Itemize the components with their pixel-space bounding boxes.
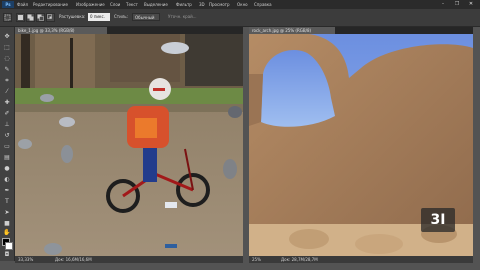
clone-stamp-tool-icon[interactable]: ⊥ [2,121,12,129]
refine-edge-button[interactable]: Уточн. край... [168,14,197,20]
menu-window[interactable]: Окно [237,2,248,8]
quick-selection-tool-icon[interactable]: ✎ [2,66,12,74]
options-bar: Растушевка: 0 пикс. Стиль: Обычный Уточн… [0,9,480,27]
menu-select[interactable]: Выделение [144,2,168,8]
healing-brush-tool-icon[interactable]: ✚ [2,99,12,107]
channel-logo-watermark: 3I [421,208,455,232]
tools-panel: ✥ ⬚ ◌ ✎ ⌗ ⁄ ✚ ✐ ⊥ ↺ ▭ ▤ ● ◐ ✒ T ➤ ■ ✋ ◘ [0,27,15,261]
shape-tool-icon[interactable]: ■ [2,220,12,228]
canvas-rock[interactable]: 3I [249,34,473,256]
document-tab-rock[interactable]: rock_arch.jpg @ 25% (RGB/8) [249,27,335,34]
menu-filter[interactable]: Фильтр [176,2,192,8]
zoom-level[interactable]: 33,33% [18,256,33,263]
canvas-bike[interactable] [15,34,243,256]
menu-help[interactable]: Справка [254,2,272,8]
add-to-selection-icon[interactable] [26,13,35,22]
style-label: Стиль: [114,14,128,19]
eyedropper-tool-icon[interactable]: ⁄ [2,88,12,96]
hand-tool-icon[interactable]: ✋ [2,229,12,237]
style-select[interactable]: Обычный [132,13,160,21]
gradient-tool-icon[interactable]: ▤ [2,154,12,162]
new-selection-icon[interactable] [16,13,25,22]
feather-label: Растушевка: [59,14,86,19]
marquee-tool-preset-icon[interactable] [3,13,12,22]
status-bar-rock: 25% Док: 28,7M/28,7M [249,256,473,263]
close-icon[interactable]: ✕ [464,0,478,8]
minimize-icon[interactable]: – [436,0,450,8]
subtract-from-selection-icon[interactable] [36,13,45,22]
document-window-rock: rock_arch.jpg @ 25% (RGB/8) 3I 25% Док: … [249,27,473,263]
photoshop-logo: Ps [2,1,14,8]
document-tab-bike[interactable]: bike_1.jpg @ 33,3% (RGB/8) [15,27,107,34]
restore-icon[interactable]: ❐ [450,0,464,8]
menu-image[interactable]: Изображение [76,2,105,8]
type-tool-icon[interactable]: T [2,198,12,206]
marquee-tool-icon[interactable]: ⬚ [2,44,12,52]
status-bar-bike: 33,33% Док: 16,6M/16,6M [15,256,243,263]
pen-tool-icon[interactable]: ✒ [2,187,12,195]
menu-view[interactable]: Просмотр [209,2,230,8]
brush-tool-icon[interactable]: ✐ [2,110,12,118]
bike-photo [15,34,243,256]
quick-mask-icon[interactable]: ◘ [2,251,12,259]
blur-tool-icon[interactable]: ● [2,165,12,173]
lasso-tool-icon[interactable]: ◌ [2,55,12,63]
menu-bar: Ps Файл Редактирование Изображение Слои … [0,0,480,9]
move-tool-icon[interactable]: ✥ [2,33,12,41]
crop-tool-icon[interactable]: ⌗ [2,77,12,85]
intersect-selection-icon[interactable] [46,13,55,22]
eraser-tool-icon[interactable]: ▭ [2,143,12,151]
document-window-bike: bike_1.jpg @ 33,3% (RGB/8) 33,33% Док: 1… [15,27,243,263]
dodge-tool-icon[interactable]: ◐ [2,176,12,184]
document-size: Док: 28,7M/28,7M [281,257,318,262]
menu-layers[interactable]: Слои [110,2,120,8]
history-brush-tool-icon[interactable]: ↺ [2,132,12,140]
menu-3d[interactable]: 3D [199,2,205,8]
menu-type[interactable]: Текст [126,2,138,8]
menu-edit[interactable]: Редактирование [33,2,68,8]
menu-file[interactable]: Файл [17,2,28,8]
path-selection-tool-icon[interactable]: ➤ [2,209,12,217]
feather-input[interactable]: 0 пикс. [88,13,110,21]
background-color-swatch[interactable] [5,242,13,250]
zoom-level[interactable]: 25% [252,256,261,263]
document-size: Док: 16,6M/16,6M [55,257,92,262]
